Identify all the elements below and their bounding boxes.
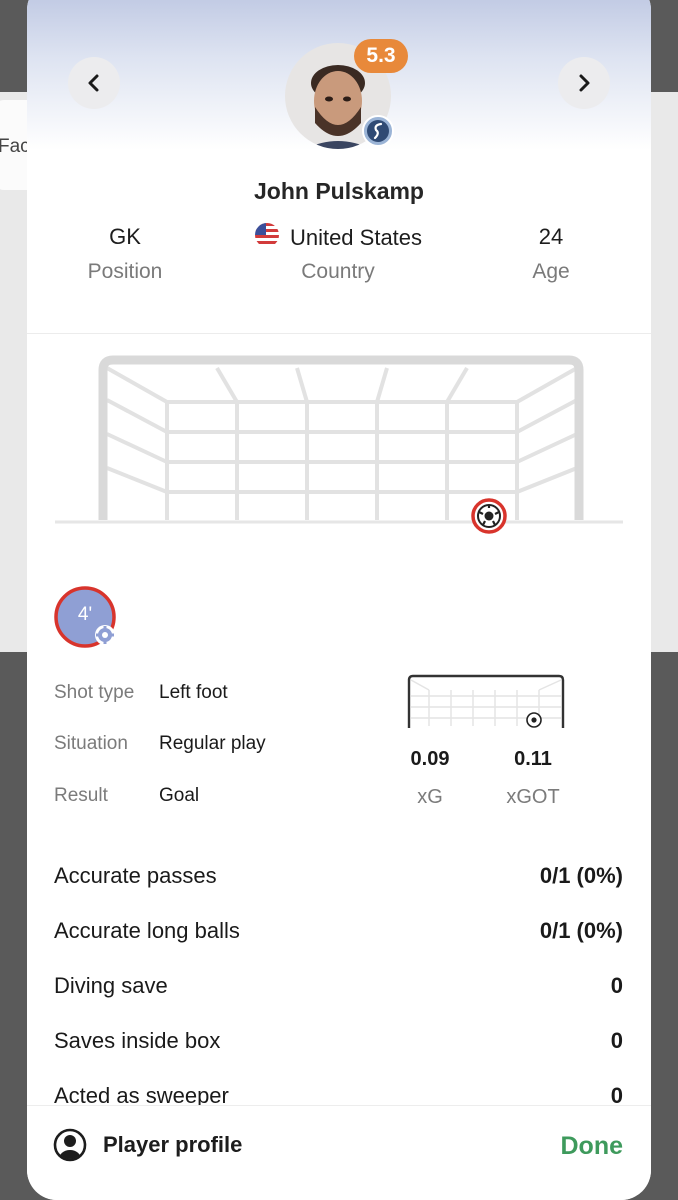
result-value: Goal — [159, 785, 200, 806]
player-rating-badge: 5.3 — [354, 39, 408, 73]
settings-gear-icon — [95, 625, 115, 645]
stat-row-value: 0/1 (0%) — [539, 863, 623, 888]
age-value: 24 — [538, 224, 564, 249]
stat-row-value: 0 — [610, 1028, 623, 1053]
stat-row-label: Accurate long balls — [54, 918, 240, 943]
user-circle-icon — [53, 1128, 87, 1162]
player-profile-label: Player profile — [103, 1132, 243, 1157]
xg-value: 0.09 — [410, 748, 450, 770]
age-info: 24 Age — [451, 222, 651, 284]
xgot-label: xGOT — [506, 786, 560, 808]
age-label: Age — [532, 260, 570, 283]
country-row: United States — [238, 222, 438, 252]
shot-location-marker[interactable] — [471, 498, 507, 534]
stat-row-label: Accurate passes — [54, 863, 217, 888]
xgot-value: 0.11 — [514, 748, 552, 770]
country-label: Country — [301, 260, 375, 283]
next-player-button[interactable] — [558, 57, 610, 109]
situation-value: Regular play — [159, 733, 266, 754]
us-flag-icon — [254, 222, 280, 256]
player-sheet: 5.3 John Pulskamp GK Position United Sta… — [27, 0, 651, 1200]
shot-type-label: Shot type — [54, 682, 135, 703]
shot-minute-badge[interactable]: 4' — [54, 586, 120, 652]
mini-ball-icon — [526, 712, 542, 728]
previous-player-button[interactable] — [68, 57, 120, 109]
xg-label: xG — [417, 786, 443, 808]
shot-type-value: Left foot — [159, 682, 228, 703]
mini-goal-map — [407, 674, 565, 728]
background-partial-text: Fac — [0, 136, 30, 157]
stat-row-value: 0 — [610, 973, 623, 998]
bottom-bar: Player profile Done — [27, 1105, 651, 1200]
goal-shot-map — [55, 355, 623, 534]
header-divider — [27, 333, 651, 334]
shot-minute: 4' — [77, 604, 93, 625]
result-label: Result — [54, 785, 108, 806]
position-value: GK — [109, 224, 141, 249]
position-label: Position — [87, 260, 163, 283]
situation-label: Situation — [54, 733, 128, 754]
stat-row-label: Diving save — [54, 973, 168, 998]
chevron-left-icon — [88, 74, 99, 92]
team-crest-icon — [362, 115, 394, 147]
country-value: United States — [289, 224, 423, 250]
chevron-right-icon — [579, 74, 590, 92]
player-profile-button[interactable]: Player profile — [53, 1128, 242, 1162]
country-info: United States Country — [238, 222, 438, 284]
stat-row-label: Saves inside box — [54, 1028, 221, 1053]
position-info: GK Position — [27, 222, 225, 284]
stat-row-value: 0/1 (0%) — [539, 918, 623, 943]
done-button[interactable]: Done — [561, 1132, 624, 1161]
player-name: John Pulskamp — [254, 178, 424, 204]
